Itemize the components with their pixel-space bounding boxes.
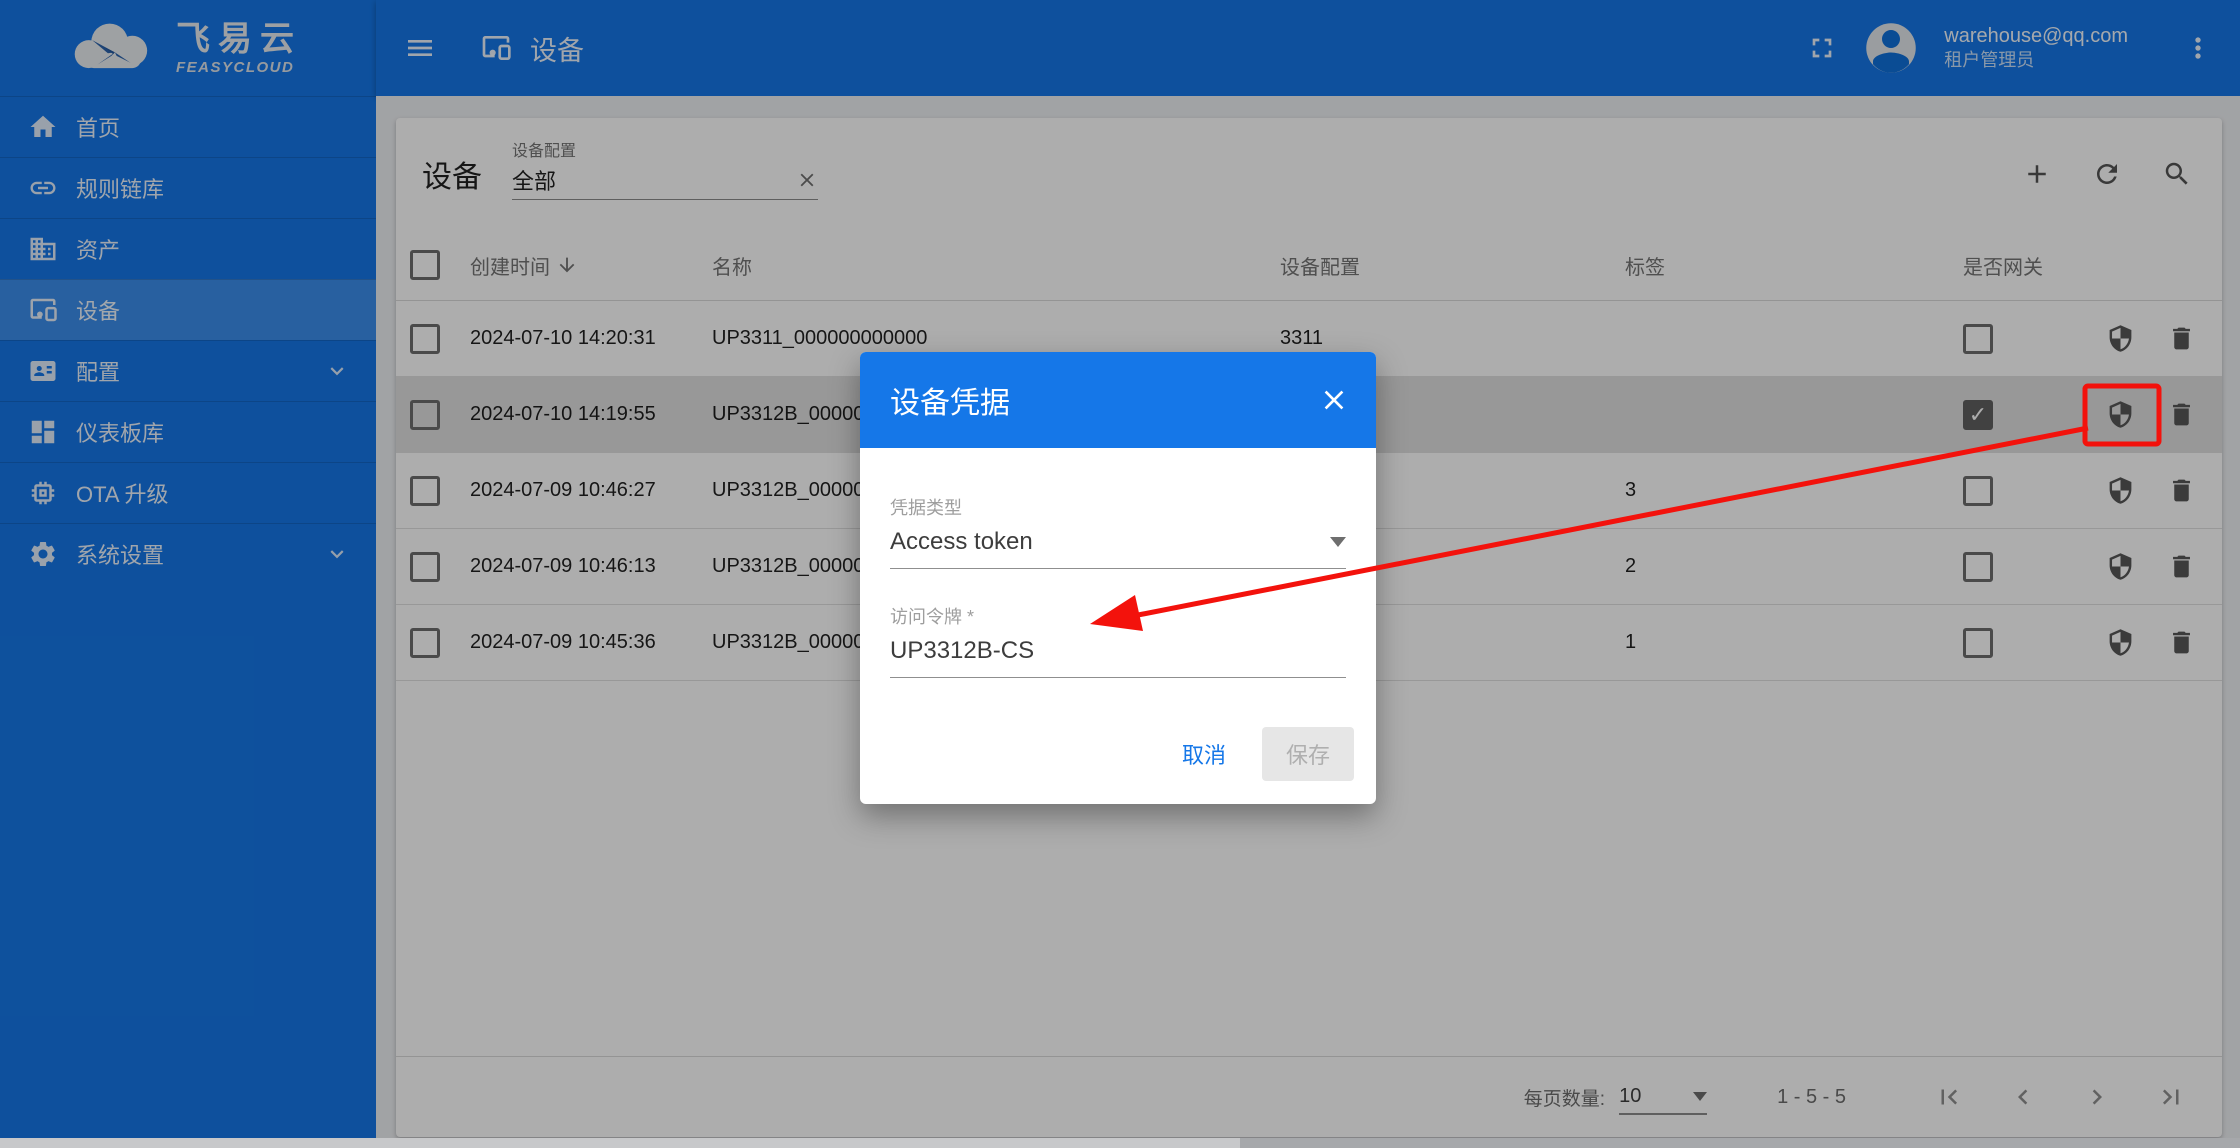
credential-type-label: 凭据类型 bbox=[890, 498, 962, 518]
access-token-input[interactable] bbox=[890, 637, 1346, 678]
scrollbar-thumb[interactable] bbox=[0, 1138, 1240, 1148]
dialog-title: 设备凭据 bbox=[890, 387, 1010, 420]
horizontal-scrollbar[interactable] bbox=[0, 1138, 2240, 1148]
dialog-footer: 取消 保存 bbox=[1166, 726, 1354, 782]
access-token-label: 访问令牌 * bbox=[890, 607, 975, 627]
cancel-button[interactable]: 取消 bbox=[1166, 726, 1242, 782]
save-button[interactable]: 保存 bbox=[1262, 727, 1354, 781]
device-credentials-dialog: 设备凭据 凭据类型 Access token 访问令牌 * 取消 保存 bbox=[860, 352, 1376, 804]
credential-type-select[interactable]: Access token bbox=[890, 528, 1346, 569]
close-icon bbox=[1324, 390, 1344, 410]
credential-type-value: Access token bbox=[890, 528, 1033, 555]
dialog-body: 凭据类型 Access token 访问令牌 * bbox=[860, 494, 1376, 678]
dialog-close-button[interactable] bbox=[1318, 384, 1350, 416]
dropdown-arrow-icon bbox=[1330, 537, 1346, 547]
dialog-header: 设备凭据 bbox=[860, 352, 1376, 448]
app-screen: 飞易云 FEASYCLOUD 首页 规则链库 资产 设备 配置 仪表板库 OTA… bbox=[0, 0, 2240, 1148]
